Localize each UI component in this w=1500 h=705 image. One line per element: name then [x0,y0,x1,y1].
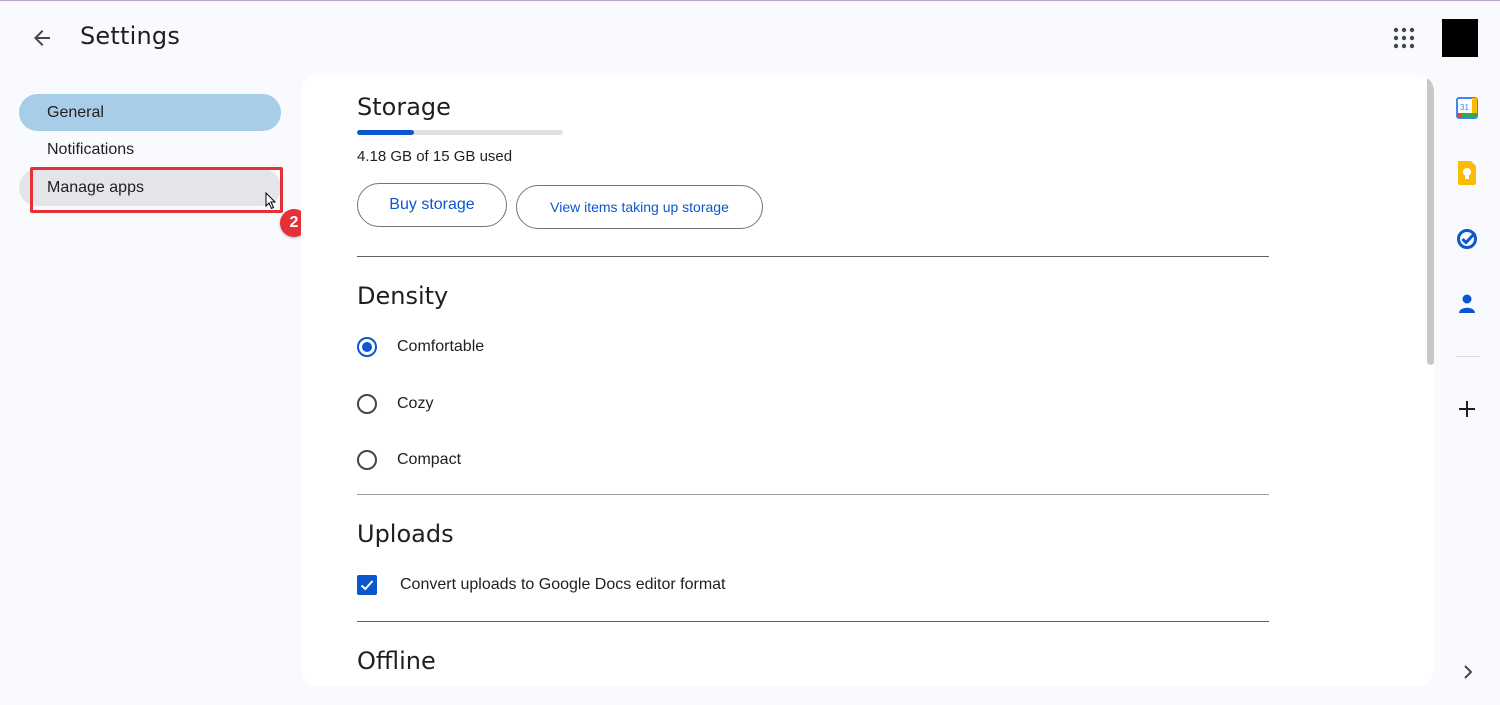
radio-label: Comfortable [397,338,485,355]
google-apps-button[interactable] [1386,20,1422,56]
add-icon [1459,401,1475,417]
nav-item-label: General [47,103,104,121]
apps-grid-icon [1393,27,1415,49]
section-divider [357,621,1269,622]
keep-icon [1458,161,1476,185]
arrow-left-icon [34,30,50,46]
storage-section-title: Storage [357,93,451,121]
nav-item-label: Manage apps [47,178,144,196]
nav-item-notifications[interactable]: Notifications [19,131,281,168]
settings-panel: Storage 4.18 GB of 15 GB used Buy storag… [301,75,1434,686]
storage-usage-text: 4.18 GB of 15 GB used [357,148,513,165]
tasks-app-button[interactable] [1452,224,1482,254]
checkmark-icon [360,580,374,591]
convert-uploads-label: Convert uploads to Google Docs editor fo… [400,576,726,593]
density-section-title: Density [357,282,449,310]
section-divider [357,494,1269,495]
scrollbar[interactable] [1424,75,1434,686]
buy-storage-button[interactable]: Buy storage [357,183,507,227]
radio-label: Cozy [397,395,434,412]
keep-app-button[interactable] [1452,158,1482,188]
back-button[interactable] [22,20,62,56]
expand-side-panel-button[interactable] [1458,662,1478,682]
chevron-right-icon [1464,665,1473,679]
mouse-pointer-icon [265,192,277,210]
scrollbar-thumb[interactable] [1427,77,1434,365]
density-option-comfortable[interactable]: Comfortable [357,335,484,359]
calendar-icon: 31 [1456,97,1478,119]
window-top-border [0,0,1500,1]
convert-uploads-checkbox[interactable] [357,575,377,595]
offline-section-title: Offline [357,647,436,675]
radio-button[interactable] [357,394,377,414]
storage-usage-bar [357,130,563,135]
calendar-day-number: 31 [1460,103,1469,112]
storage-usage-fill [357,130,415,135]
page-title: Settings [80,22,181,50]
calendar-app-button[interactable]: 31 [1452,93,1482,123]
nav-item-manage-apps[interactable]: Manage apps [19,169,281,206]
density-option-compact[interactable]: Compact [357,448,461,472]
radio-button[interactable] [357,337,377,357]
section-divider [357,256,1269,257]
view-storage-items-button[interactable]: View items taking up storage [516,185,763,229]
account-avatar[interactable] [1442,19,1478,57]
add-app-button[interactable] [1452,394,1482,424]
density-option-cozy[interactable]: Cozy [357,392,433,416]
uploads-section-title: Uploads [357,520,454,548]
convert-uploads-option[interactable]: Convert uploads to Google Docs editor fo… [357,575,726,595]
radio-label: Compact [397,451,462,468]
radio-button[interactable] [357,450,377,470]
contacts-app-button[interactable] [1452,289,1482,319]
tasks-icon [1457,229,1477,249]
nav-item-label: Notifications [47,140,135,158]
nav-item-general[interactable]: General [19,94,281,131]
side-panel-divider [1456,356,1480,357]
contacts-icon [1459,294,1475,313]
